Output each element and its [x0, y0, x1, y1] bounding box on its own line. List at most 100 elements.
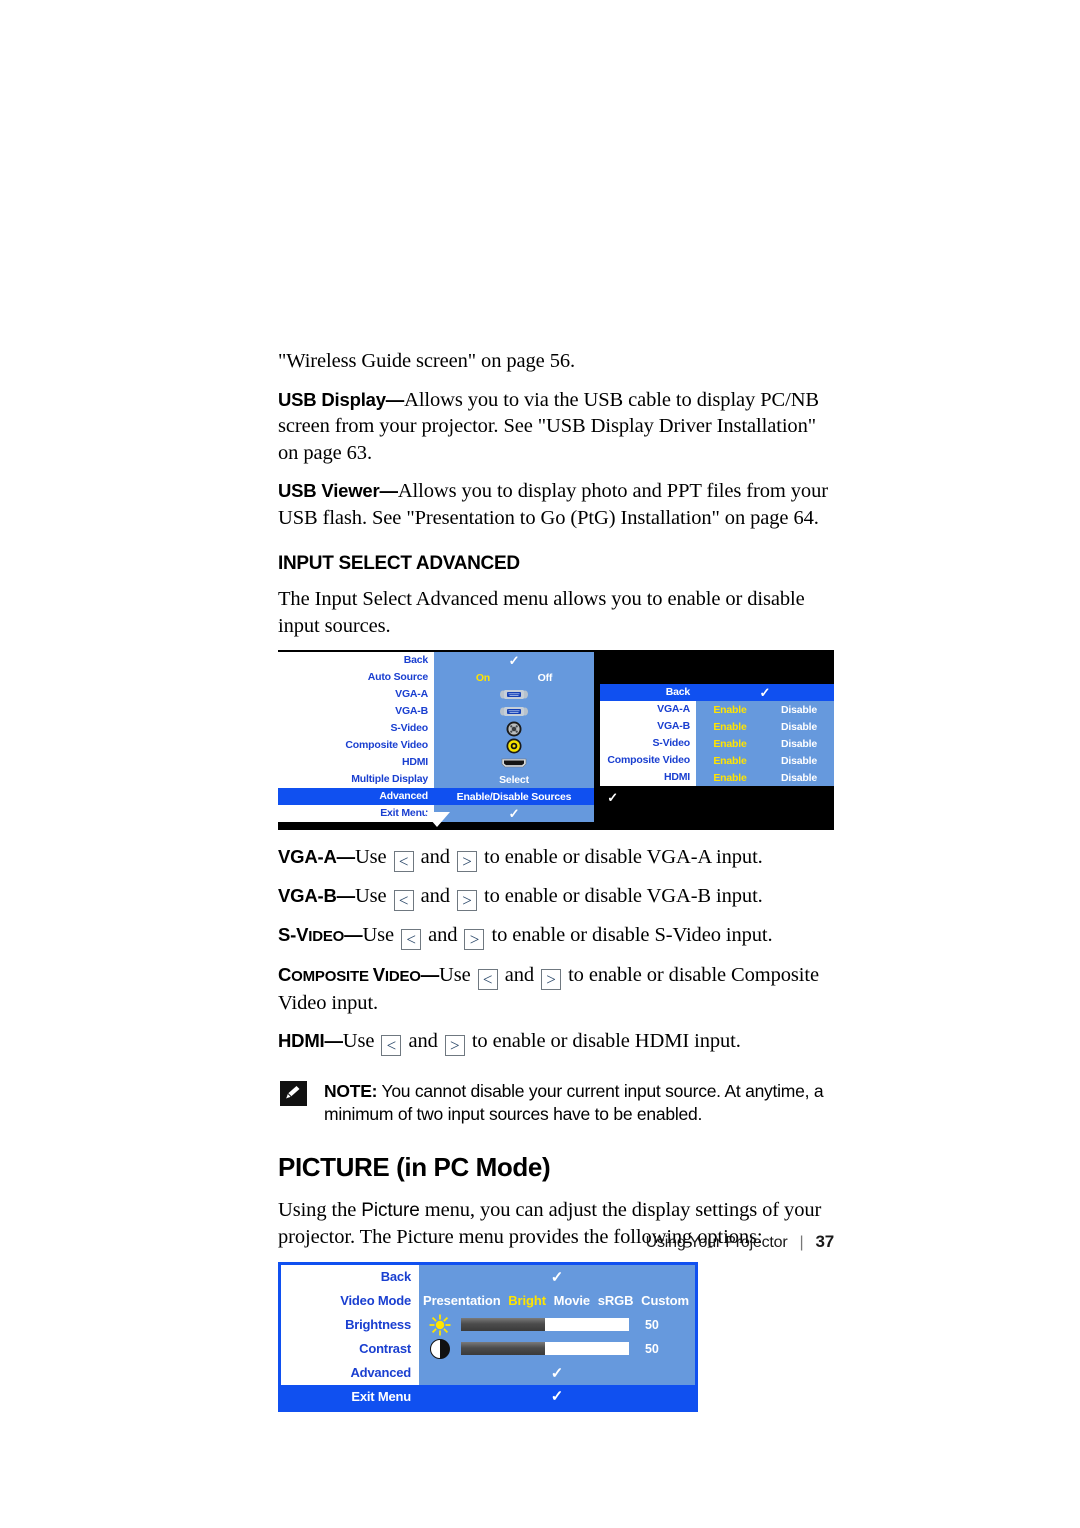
right-arrow-key-icon[interactable]: > [456, 890, 477, 911]
osd-value-back: ✓ [434, 652, 594, 669]
osd-label-contrast: Contrast [281, 1336, 419, 1361]
osd-screenshot-input-select-advanced: Back ✓ Auto Source On Off VGA-A VGA-B S-… [278, 650, 834, 830]
left-arrow-key-icon[interactable]: < [477, 968, 498, 990]
osd-option-srgb[interactable]: sRGB [598, 1293, 634, 1308]
osd-value-text: Enable/Disable Sources [456, 790, 572, 803]
use-word: Use [439, 963, 471, 986]
osd-option-disable[interactable]: Disable [764, 721, 834, 733]
osd-label-back: Back [278, 652, 434, 669]
osd-row-hdmi[interactable]: HDMI [278, 754, 594, 771]
osd-row-exit-menu[interactable]: Exit Menu ✓ [281, 1384, 695, 1409]
osd-label-brightness: Brightness [281, 1312, 419, 1337]
note-callout: NOTE: You cannot disable your current in… [278, 1080, 834, 1126]
osd-menu-enable-disable-sources: Back ✓ VGA-A Enable Disable VGA-B Enable… [600, 684, 834, 786]
osd-label-advanced: Advanced [281, 1360, 419, 1385]
right-arrow-key-icon[interactable]: > [541, 968, 562, 990]
osd-label-vga-a: VGA-A [600, 701, 696, 718]
contrast-slider[interactable] [461, 1342, 629, 1355]
osd-row-advanced[interactable]: Advanced Enable/Disable Sources ✓ [278, 788, 618, 805]
definition-hdmi: HDMI—Use < and > to enable or disable HD… [278, 1028, 834, 1056]
osd-row-back[interactable]: Back ✓ [600, 684, 834, 701]
osd-value-text: Select [499, 773, 529, 786]
osd-label-exit-menu: Exit Menu [281, 1384, 419, 1409]
em-dash: — [336, 846, 356, 867]
osd-row-vga-a[interactable]: VGA-A [278, 686, 594, 703]
osd-option-movie[interactable]: Movie [554, 1293, 590, 1308]
right-arrow-key-icon[interactable]: > [456, 851, 477, 872]
use-word: Use [362, 924, 395, 946]
osd-row-back[interactable]: Back ✓ [281, 1264, 695, 1289]
section-heading-input-select-advanced: INPUT SELECT ADVANCED [278, 553, 520, 574]
osd-value-hdmi [434, 754, 594, 771]
osd-row-contrast[interactable]: Contrast 50 [281, 1336, 695, 1361]
osd-option-disable[interactable]: Disable [764, 772, 834, 784]
left-arrow-key-icon[interactable]: < [393, 890, 414, 911]
paragraph-input-select-intro: The Input Select Advanced menu allows yo… [278, 588, 805, 637]
osd-options-composite-video: Enable Disable [696, 752, 834, 769]
osd-row-composite-video[interactable]: Composite Video Enable Disable [600, 752, 834, 769]
osd-row-composite-video[interactable]: Composite Video [278, 737, 594, 754]
osd-row-multiple-display[interactable]: Multiple Display Select ✓ [278, 771, 618, 788]
osd-row-brightness[interactable]: Brightness 50 [281, 1312, 695, 1337]
osd-row-advanced[interactable]: Advanced ✓ [281, 1360, 695, 1385]
osd-option-bright[interactable]: Bright [508, 1293, 546, 1308]
left-arrow-key-icon[interactable]: < [393, 851, 414, 872]
osd-row-s-video[interactable]: S-Video [278, 720, 594, 737]
note-label: NOTE: [324, 1080, 378, 1101]
osd-label-s-video: S-Video [278, 720, 434, 737]
brightness-value: 50 [645, 1317, 659, 1332]
osd-option-enable[interactable]: Enable [696, 738, 764, 750]
definition-s-video: S-VIDEO—Use < and > to enable or disable… [278, 922, 834, 951]
osd-option-enable[interactable]: Enable [696, 755, 764, 767]
footer-separator: | [799, 1234, 804, 1251]
right-arrow-key-icon[interactable]: > [464, 929, 485, 950]
brightness-slider[interactable] [461, 1318, 629, 1331]
term-smallcaps-part: OMPOSITE [291, 967, 373, 985]
check-icon: ✓ [508, 805, 520, 821]
osd-option-off[interactable]: Off [538, 672, 553, 684]
osd-row-back[interactable]: Back ✓ [278, 652, 594, 669]
osd-row-vga-a[interactable]: VGA-A Enable Disable [600, 701, 834, 718]
osd-menu-input-select: Back ✓ Auto Source On Off VGA-A VGA-B S-… [278, 652, 618, 822]
scroll-down-triangle-icon [424, 812, 450, 827]
s-video-connector-icon [506, 721, 522, 736]
osd-option-disable[interactable]: Disable [764, 738, 834, 750]
definition-vga-a: VGA-A—Use < and > to enable or disable V… [278, 844, 834, 872]
osd-row-s-video[interactable]: S-Video Enable Disable [600, 735, 834, 752]
term-part: S-V [278, 924, 309, 945]
note-pencil-icon [280, 1080, 307, 1106]
right-arrow-key-icon[interactable]: > [444, 1034, 465, 1056]
term-smallcaps-part-2: IDEO [384, 967, 421, 985]
contrast-value: 50 [645, 1341, 659, 1356]
osd-label-composite-video: Composite Video [278, 737, 434, 754]
osd-label-composite-video: Composite Video [600, 752, 696, 769]
paragraph-wireless-guide: "Wireless Guide screen" on page 56. [278, 350, 576, 372]
osd-row-vga-b[interactable]: VGA-B [278, 703, 594, 720]
use-word: Use [354, 885, 387, 907]
osd-option-presentation[interactable]: Presentation [423, 1293, 501, 1308]
osd-option-disable[interactable]: Disable [764, 704, 834, 716]
osd-row-hdmi[interactable]: HDMI Enable Disable [600, 769, 834, 786]
osd-option-enable[interactable]: Enable [696, 772, 764, 784]
osd-option-custom[interactable]: Custom [641, 1293, 689, 1308]
osd-option-on[interactable]: On [476, 672, 490, 684]
osd-option-enable[interactable]: Enable [696, 721, 764, 733]
osd-row-auto-source[interactable]: Auto Source On Off [278, 669, 594, 686]
osd-options-hdmi: Enable Disable [696, 769, 834, 786]
osd-options-s-video: Enable Disable [696, 735, 834, 752]
osd-value-contrast: 50 [419, 1336, 695, 1361]
check-icon: ✓ [550, 1268, 564, 1286]
osd-row-video-mode[interactable]: Video Mode Presentation Bright Movie sRG… [281, 1288, 695, 1313]
osd-row-vga-b[interactable]: VGA-B Enable Disable [600, 718, 834, 735]
left-arrow-key-icon[interactable]: < [401, 929, 422, 950]
term-smallcaps-part: IDEO [308, 928, 345, 945]
note-text: You cannot disable your current input so… [324, 1080, 824, 1124]
brightness-slider-fill [461, 1318, 545, 1331]
osd-value-auto-source: On Off [434, 669, 594, 686]
osd-option-disable[interactable]: Disable [764, 755, 834, 767]
osd-value-multiple-display: Select ✓ [434, 771, 618, 788]
osd-option-enable[interactable]: Enable [696, 704, 764, 716]
term-vga-b: VGA-B [278, 885, 337, 906]
left-arrow-key-icon[interactable]: < [381, 1034, 402, 1056]
definition-tail: to enable or disable VGA-B input. [483, 885, 763, 907]
